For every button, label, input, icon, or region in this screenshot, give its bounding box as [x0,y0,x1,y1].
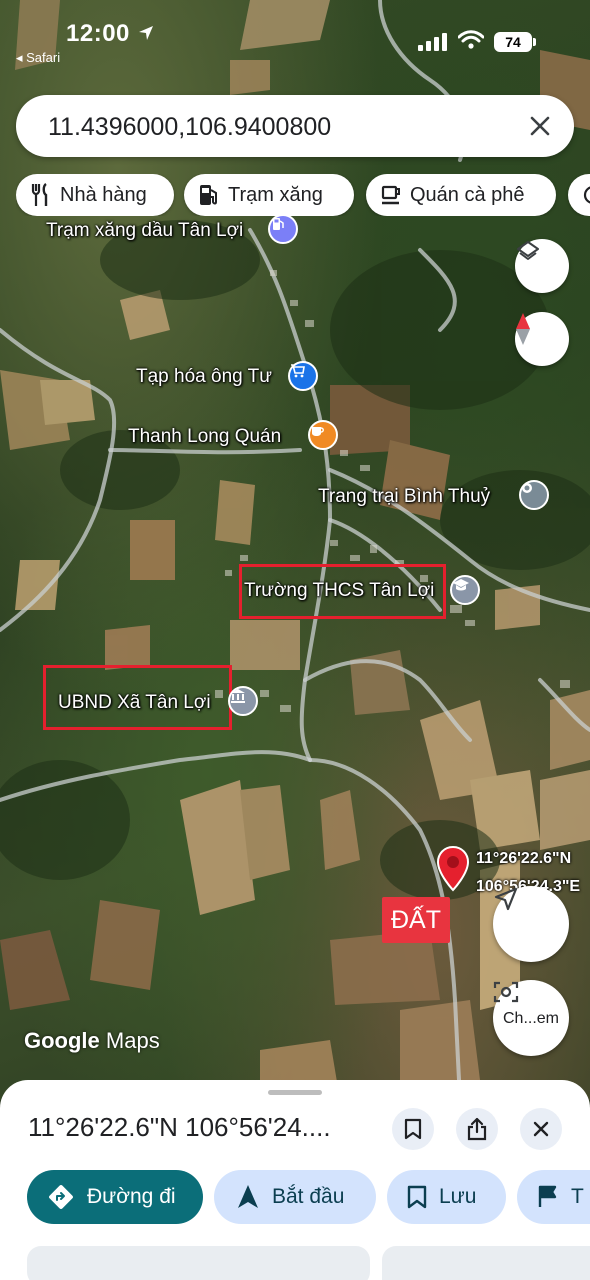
compass-icon [516,313,530,345]
camera-lens-icon [493,981,519,1003]
directions-icon [49,1185,73,1209]
battery-icon: 74 [494,32,532,52]
marker-lat-label: 11°26'22.6"N [476,850,572,867]
navigation-arrow-icon [238,1185,258,1208]
search-query[interactable]: 11.4396000,106.9400800 [48,113,331,142]
chip-label: Trạm xăng [228,183,323,206]
google-wordmark: Google [24,1028,100,1053]
share-button[interactable] [456,1108,498,1150]
place-label-ubnd[interactable]: UBND Xã Tân Lợi [58,692,211,714]
dropped-pin-marker[interactable] [436,846,470,892]
school-pin-icon[interactable] [450,575,480,605]
chip-gas-stations[interactable]: Trạm xăng [184,174,354,216]
close-icon [533,1121,549,1137]
bookmark-icon [404,1118,422,1140]
place-label-tap-hoa[interactable]: Tạp hóa ông Tư [136,366,272,388]
place-bottom-sheet[interactable]: 11°26'22.6"N 106°56'24.... Đường đi Bắt … [0,1080,590,1280]
chip-restaurants[interactable]: Nhà hàng [16,174,174,216]
info-card-left[interactable] [27,1246,370,1280]
dot-glyph [522,483,532,493]
government-pin-icon[interactable] [228,686,258,716]
chip-label: Nhà hàng [60,183,147,206]
back-to-safari[interactable]: ◂ Safari [16,50,60,66]
gas-station-icon [200,185,217,205]
category-chips: Nhà hàng Trạm xăng Quán cà phê [16,174,590,216]
action-label: Đường đi [87,1185,176,1208]
google-maps-attribution: Google Maps [24,1028,160,1054]
clock: 12:00 [66,20,130,47]
bookmark-icon [407,1185,427,1209]
my-location-button[interactable] [493,886,569,962]
flag-button[interactable]: T [517,1170,590,1224]
dat-land-label: ĐẤT [382,897,450,943]
coffee-glyph [312,427,324,436]
maps-wordmark: Maps [105,1028,160,1053]
share-icon [467,1117,487,1141]
location-arrow-icon [139,26,153,40]
satellite-map[interactable]: Trạm xăng dầu Tân Lợi Tạp hóa ông Tư Tha… [0,0,590,1100]
flag-icon [538,1185,557,1207]
compass-button[interactable] [515,312,569,366]
chip-more[interactable] [568,174,590,216]
status-bar: 12:00 ◂ Safari 74 [0,0,590,80]
cart-glyph [291,364,305,378]
chip-label: Quán cà phê [410,183,525,206]
battery-tip [533,38,536,46]
info-card-right[interactable] [382,1246,590,1280]
more-category-icon [583,186,590,204]
camera-search-button[interactable]: Ch...em [493,980,569,1056]
navigation-arrow-icon [494,887,518,911]
save-button[interactable]: Lưu [387,1170,506,1224]
action-label: Bắt đầu [272,1185,345,1208]
place-title: 11°26'22.6"N 106°56'24.... [28,1112,331,1142]
chip-coffee[interactable]: Quán cà phê [366,174,556,216]
fork-knife-icon [31,183,48,206]
wifi-icon [458,30,484,49]
search-bar[interactable]: 11.4396000,106.9400800 [16,95,574,157]
save-icon-button[interactable] [392,1108,434,1150]
gas-pin-icon[interactable] [268,214,298,244]
sheet-drag-handle[interactable] [268,1090,322,1095]
gas-station-glyph [273,218,284,230]
coffee-pin-icon[interactable] [308,420,338,450]
place-label-tram-xang[interactable]: Trạm xăng dầu Tân Lợi [46,220,243,242]
place-label-truong[interactable]: Trường THCS Tân Lợi [244,580,434,602]
close-icon[interactable] [526,112,554,140]
place-pin-icon[interactable] [519,480,549,510]
building-glyph [231,689,245,703]
place-label-trang-trai[interactable]: Trang trại Bình Thuỷ [318,486,490,508]
close-sheet-button[interactable] [520,1108,562,1150]
cart-pin-icon[interactable] [288,361,318,391]
place-label-thanh-long[interactable]: Thanh Long Quán [128,426,281,448]
action-label: Lưu [439,1185,477,1208]
directions-button[interactable]: Đường đi [27,1170,203,1224]
graduation-cap-glyph [453,579,469,591]
action-label: T [571,1185,584,1208]
coffee-icon [381,185,400,205]
cellular-signal-icon [418,33,447,51]
layers-button[interactable] [515,239,569,293]
layers-icon [517,241,539,260]
camera-button-label: Ch...em [502,1010,559,1027]
start-button[interactable]: Bắt đầu [214,1170,376,1224]
